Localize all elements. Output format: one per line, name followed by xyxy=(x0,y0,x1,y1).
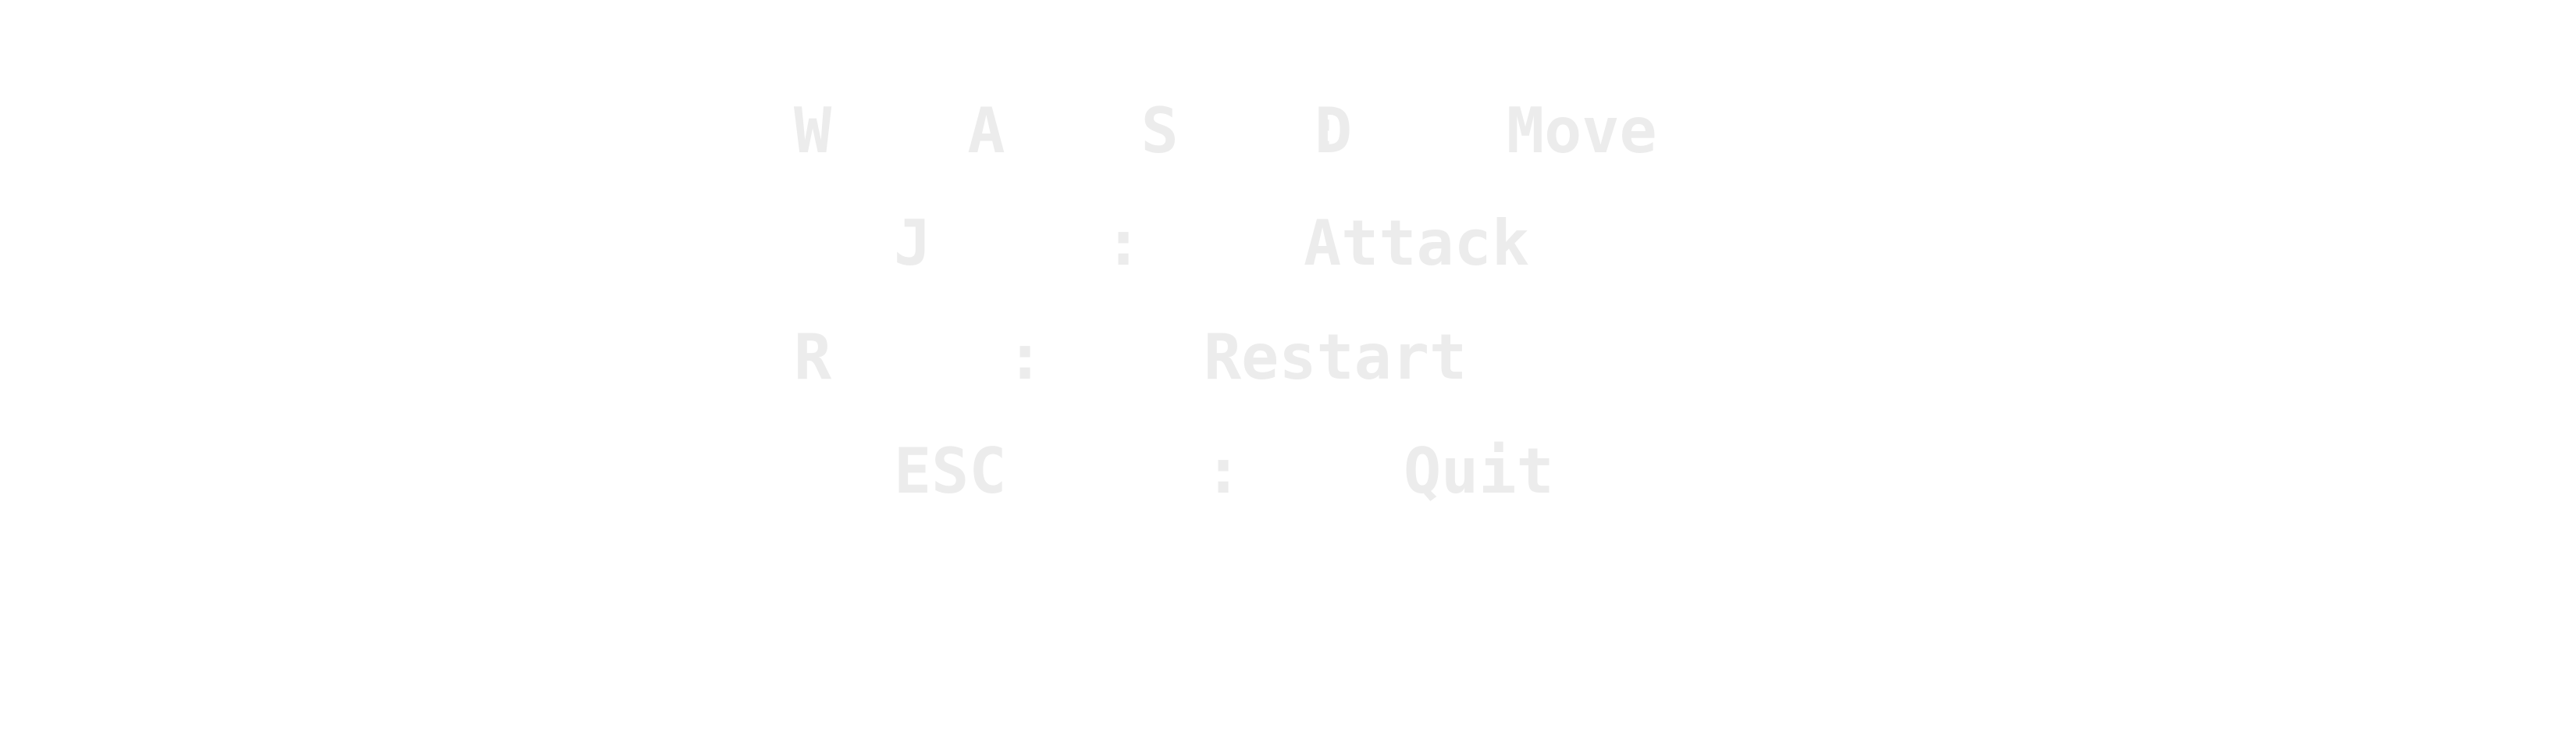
control-keys: R xyxy=(794,321,832,393)
control-separator: : xyxy=(1305,94,1343,167)
controls-help-screen: W A S D : Move J : Attack R : Restart ES… xyxy=(0,0,2576,737)
control-keys: J xyxy=(894,207,932,279)
control-separator: : xyxy=(1204,435,1243,507)
control-keys: ESC xyxy=(894,435,1007,507)
control-row-attack: J : Attack xyxy=(0,205,2576,283)
control-separator: : xyxy=(1006,321,1044,393)
control-action: Restart xyxy=(1204,321,1468,393)
control-row-restart: R : Restart xyxy=(0,319,2576,397)
control-action: Move xyxy=(1507,94,1657,167)
control-separator: : xyxy=(1105,207,1143,279)
control-action: Quit xyxy=(1404,435,1554,507)
control-row-quit: ESC : Quit xyxy=(0,433,2576,511)
control-action: Attack xyxy=(1304,207,1529,279)
control-row-move: W A S D : Move xyxy=(0,92,2576,170)
